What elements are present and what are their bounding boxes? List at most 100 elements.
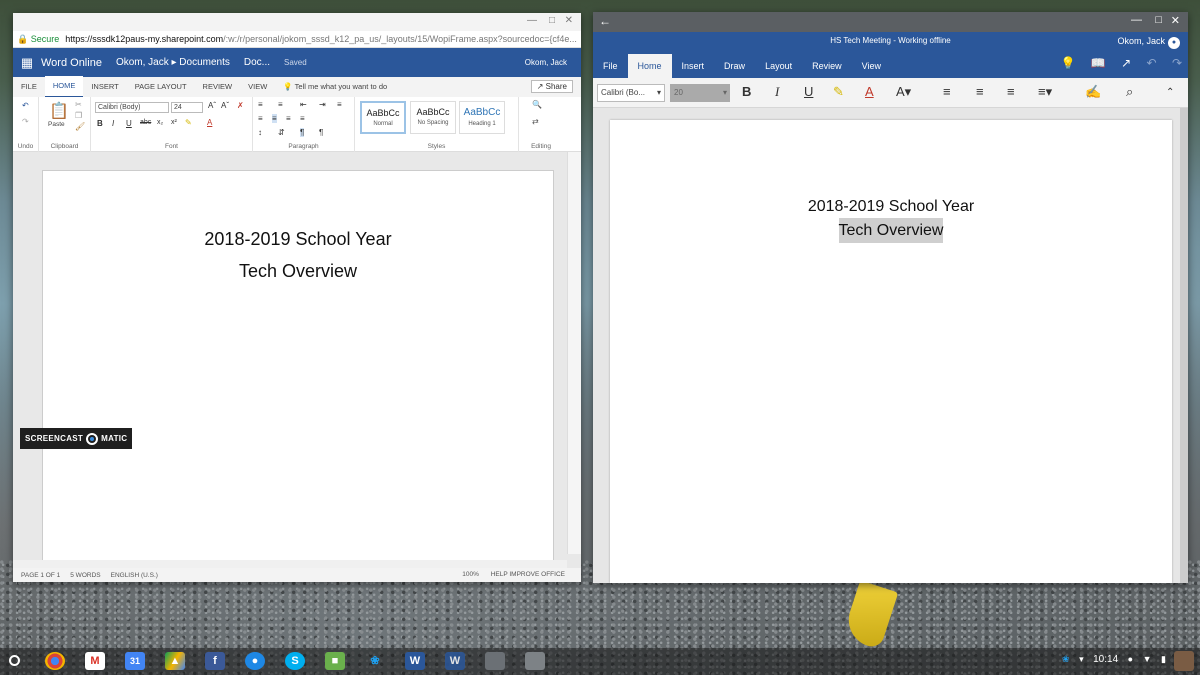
align-left-icon[interactable]: ≡ — [258, 114, 263, 123]
font-size-select[interactable]: 24 — [171, 102, 203, 113]
files-icon[interactable]: ● — [245, 652, 265, 670]
facebook-icon[interactable]: f — [205, 652, 225, 670]
clear-formatting-icon[interactable]: ✗ — [237, 101, 244, 110]
share-button[interactable]: ↗ Share — [530, 80, 573, 93]
chevron-up-icon[interactable]: ⌃ — [1166, 87, 1174, 98]
highlight-icon[interactable]: ✎ — [833, 84, 844, 100]
status-language[interactable]: ENGLISH (U.S.) — [111, 572, 158, 579]
tab-view[interactable]: View — [852, 54, 891, 78]
tab-file[interactable]: File — [593, 54, 628, 78]
align-right-icon[interactable]: ≡ — [286, 114, 291, 123]
breadcrumb[interactable]: Okom, Jack ▸ Documents — [116, 57, 230, 68]
show-marks-icon[interactable]: ¶ — [300, 128, 305, 137]
copy-icon[interactable]: ❐ — [75, 111, 82, 120]
back-arrow-icon[interactable]: ← — [599, 14, 611, 28]
bold-icon[interactable]: B — [97, 119, 103, 128]
highlight-icon[interactable]: ✎ — [185, 118, 192, 127]
doc-title-line[interactable]: 2018-2019 School Year — [610, 198, 1172, 216]
italic-icon[interactable]: I — [775, 84, 779, 100]
line-spacing-icon[interactable]: ↕ — [258, 128, 262, 137]
account-avatar[interactable] — [1174, 651, 1194, 671]
app-icon-gray-2[interactable] — [525, 652, 545, 670]
grow-font-icon[interactable]: Aˆ — [208, 101, 216, 110]
style-no-spacing[interactable]: AaBbCc No Spacing — [410, 101, 456, 134]
app-name[interactable]: Word Online — [41, 57, 102, 69]
tab-insert[interactable]: Insert — [672, 54, 715, 78]
status-help[interactable]: HELP IMPROVE OFFICE — [491, 571, 565, 578]
app-launcher-waffle-icon[interactable]: ▦ — [13, 48, 41, 77]
classroom-icon[interactable]: ■ — [325, 652, 345, 670]
justify-icon[interactable]: ≡ — [300, 114, 305, 123]
system-tray[interactable]: ❀ ▾ 10:14 ● ▼ ▮ — [1055, 654, 1166, 665]
word-online-icon[interactable]: W — [445, 652, 465, 670]
align-center-icon[interactable]: ≡ — [272, 114, 277, 123]
paragraph-icon[interactable]: ≡▾ — [1038, 84, 1052, 100]
vertical-scrollbar[interactable] — [1180, 108, 1188, 583]
underline-icon[interactable]: U — [126, 119, 132, 128]
tab-review[interactable]: Review — [802, 54, 852, 78]
user-account[interactable]: Okom, Jack ● — [1117, 32, 1180, 50]
close-icon[interactable]: ✕ — [1171, 14, 1180, 27]
text-effects-icon[interactable]: A▾ — [896, 84, 911, 100]
tell-me-search[interactable]: 💡 Tell me what you want to do — [275, 77, 395, 97]
numbering-icon[interactable]: ≡ — [278, 100, 283, 109]
user-name[interactable]: Okom, Jack — [525, 58, 567, 67]
find-icon[interactable]: 🔍 — [532, 100, 542, 109]
underline-icon[interactable]: U — [804, 84, 813, 99]
drive-icon[interactable]: ▲ — [165, 652, 185, 670]
maximize-icon[interactable]: □ — [549, 15, 555, 26]
address-bar[interactable]: 🔒 Secure https://sssdk12paus-my.sharepoi… — [13, 31, 581, 48]
cut-icon[interactable]: ✂ — [75, 100, 82, 109]
paste-icon[interactable]: 📋 — [49, 101, 69, 121]
subscript-icon[interactable]: x₂ — [157, 119, 163, 126]
bullets-icon[interactable]: ≡ — [943, 84, 951, 99]
twitter-icon[interactable]: ❀ — [365, 652, 385, 670]
calendar-icon[interactable]: 31 — [125, 652, 145, 670]
italic-icon[interactable]: I — [112, 119, 114, 128]
format-painter-icon[interactable]: 🖌 — [75, 122, 85, 131]
doc-subtitle-line[interactable]: Tech Overview — [43, 261, 553, 282]
tab-page-layout[interactable]: PAGE LAYOUT — [127, 77, 195, 97]
decrease-indent-icon[interactable]: ⇤ — [300, 100, 307, 109]
close-icon[interactable]: ✕ — [565, 15, 573, 26]
numbering-icon[interactable]: ≡ — [976, 84, 984, 99]
reading-mode-icon[interactable]: 📖 — [1091, 56, 1106, 70]
tab-insert[interactable]: INSERT — [83, 77, 126, 97]
tab-home[interactable]: Home — [627, 54, 672, 78]
minimize-icon[interactable]: — — [1131, 14, 1142, 26]
vertical-scrollbar[interactable] — [567, 152, 581, 554]
selected-text[interactable]: Tech Overview — [838, 218, 944, 243]
styles-pen-icon[interactable]: ✍ — [1085, 84, 1101, 100]
undo-icon[interactable]: ↶ — [22, 101, 29, 110]
bullets-icon[interactable]: ≡ — [258, 100, 263, 109]
increase-indent-icon[interactable]: ⇥ — [319, 100, 326, 109]
chrome-icon[interactable] — [45, 652, 65, 670]
word-icon[interactable]: W — [405, 652, 425, 670]
lightbulb-icon[interactable]: 💡 — [1061, 56, 1076, 70]
launcher-icon[interactable] — [9, 655, 20, 666]
app-icon-gray[interactable] — [485, 652, 505, 670]
share-icon[interactable]: ↗ — [1121, 56, 1131, 70]
paragraph-spacing-icon[interactable]: ⇵ — [278, 128, 285, 137]
font-name-select[interactable]: Calibri (Bo... ▾ — [597, 84, 665, 102]
tab-draw[interactable]: Draw — [714, 54, 755, 78]
skype-icon[interactable]: S — [285, 652, 305, 670]
strikethrough-icon[interactable]: abc — [140, 119, 151, 126]
minimize-icon[interactable]: — — [527, 15, 537, 26]
document-page[interactable]: 2018-2019 School Year Tech Overview — [42, 170, 554, 568]
undo-icon[interactable]: ↶ — [1147, 56, 1157, 70]
doc-subtitle-line[interactable]: Tech Overview — [610, 218, 1172, 243]
doc-title-line[interactable]: 2018-2019 School Year — [43, 229, 553, 250]
font-size-select[interactable]: 20 ▾ — [670, 84, 730, 102]
font-name-select[interactable]: Calibri (Body) — [95, 102, 169, 113]
superscript-icon[interactable]: x² — [171, 119, 177, 126]
tab-home[interactable]: HOME — [44, 76, 84, 98]
doc-name[interactable]: Doc... — [244, 57, 270, 68]
redo-icon[interactable]: ↷ — [22, 117, 29, 126]
tab-view[interactable]: VIEW — [240, 77, 275, 97]
tab-layout[interactable]: Layout — [755, 54, 802, 78]
horizontal-scrollbar[interactable] — [13, 560, 567, 568]
bold-icon[interactable]: B — [742, 84, 751, 99]
tab-file[interactable]: FILE — [13, 77, 45, 97]
status-zoom[interactable]: 100% — [462, 571, 479, 578]
